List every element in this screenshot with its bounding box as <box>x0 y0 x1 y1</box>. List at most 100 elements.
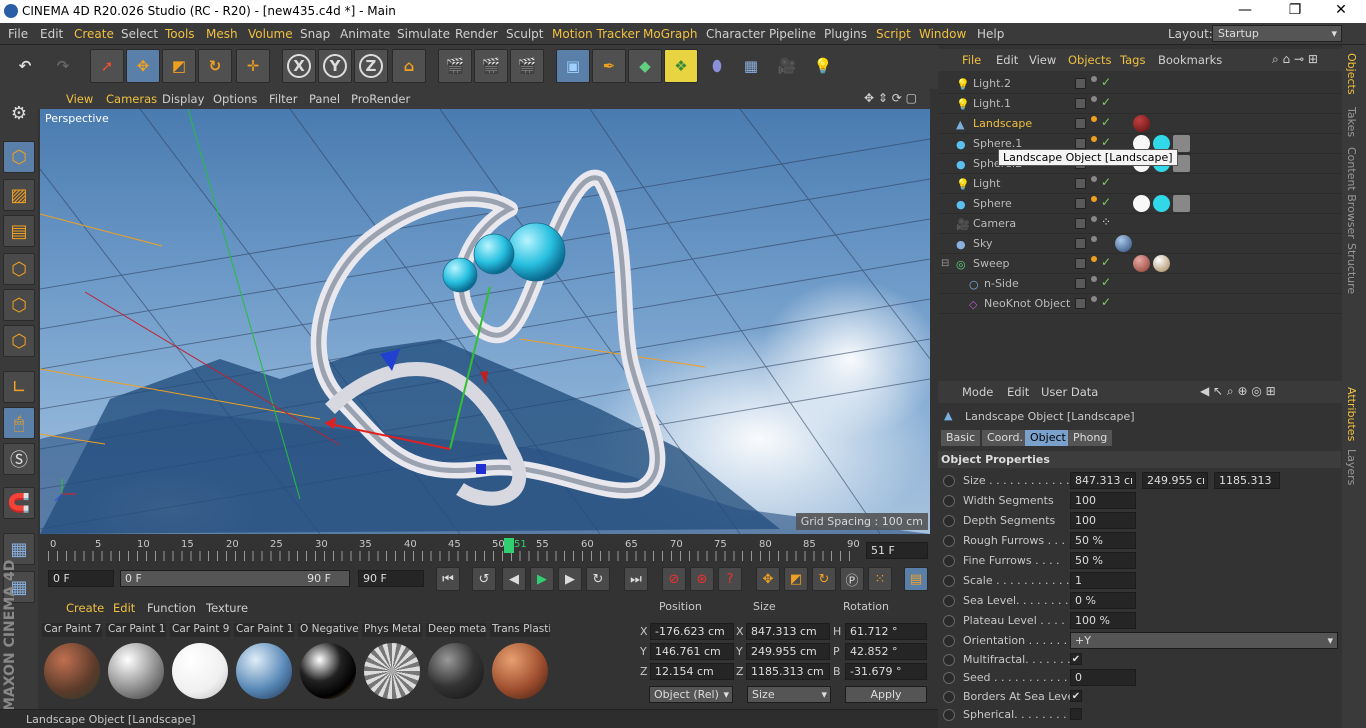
visibility-dot[interactable] <box>1091 276 1097 282</box>
material-swatch[interactable]: Car Paint 1 <box>106 623 166 705</box>
key-position-icon[interactable]: ✥ <box>756 567 780 591</box>
play-icon[interactable]: ▶ <box>530 567 554 591</box>
animate-radio[interactable] <box>943 709 955 721</box>
key-scale-icon[interactable]: ◩ <box>784 567 808 591</box>
menu-script[interactable]: Script <box>876 27 911 41</box>
attributes-menu-edit[interactable]: Edit <box>1007 385 1029 399</box>
restore-button[interactable]: ❐ <box>1280 2 1310 18</box>
objects-menu-view[interactable]: View <box>1029 53 1056 67</box>
objects-menu-file[interactable]: File <box>962 53 981 67</box>
material-tag[interactable] <box>1153 255 1170 272</box>
size-mode-select[interactable]: Size ▾ <box>747 686 831 703</box>
visibility-dot[interactable] <box>1091 196 1097 202</box>
animate-radio[interactable] <box>943 595 955 607</box>
layer-swatch[interactable] <box>1075 138 1086 149</box>
render-region-icon[interactable]: 🎬 <box>438 49 472 83</box>
record-active-icon[interactable]: ⊘ <box>662 567 686 591</box>
viewport-nav-icons[interactable]: ✥ ⇕ ⟳ ▢ <box>864 91 917 105</box>
texture-mode-icon[interactable]: ▨ <box>3 179 35 211</box>
redo-icon[interactable]: ↷ <box>46 49 80 83</box>
menu-edit[interactable]: Edit <box>40 27 63 41</box>
keyframe-selection-icon[interactable]: ? <box>718 567 742 591</box>
coordinate-mode-select[interactable]: Object (Rel) ▾ <box>649 686 733 703</box>
menu-mograph[interactable]: MoGraph <box>643 27 698 41</box>
size-z-input[interactable]: 1185.313 <box>1214 472 1280 489</box>
attributes-menu-mode[interactable]: Mode <box>962 385 993 399</box>
collapse-icon[interactable]: ⊟ <box>941 258 949 269</box>
enabled-check-icon[interactable]: ✓ <box>1101 115 1111 129</box>
viewport-menu-cameras[interactable]: Cameras <box>106 92 157 106</box>
coordinate-system-icon[interactable]: ⌂ <box>392 49 426 83</box>
make-editable-icon[interactable]: ⚙ <box>3 97 35 129</box>
playhead-marker[interactable] <box>504 538 514 553</box>
objects-menu-objects[interactable]: Objects <box>1068 53 1111 67</box>
fine-furrows-input[interactable]: 50 % <box>1070 552 1136 569</box>
polygons-mode-icon[interactable]: ⬡ <box>3 325 35 357</box>
animate-radio[interactable] <box>943 672 955 684</box>
sidetab-attributes[interactable]: Attributes <box>1345 387 1358 441</box>
menu-select[interactable]: Select <box>121 27 158 41</box>
scale-input[interactable]: 1 <box>1070 572 1136 589</box>
workplane-mode-icon[interactable]: ▤ <box>3 215 35 247</box>
apply-button[interactable]: Apply <box>845 686 927 703</box>
model-mode-icon[interactable]: ⬡ <box>3 141 35 173</box>
attributes-menu-user-data[interactable]: User Data <box>1041 385 1098 399</box>
layer-swatch[interactable] <box>1075 118 1086 129</box>
sidetab-takes[interactable]: Takes <box>1345 107 1358 137</box>
size-y-field[interactable]: 249.955 cm <box>746 643 830 660</box>
menu-character[interactable]: Character <box>706 27 765 41</box>
preview-range-slider[interactable]: 0 F 90 F <box>120 570 350 587</box>
pen-spline-icon[interactable]: ✒ <box>592 49 626 83</box>
snap-icon[interactable]: 🧲 <box>3 487 35 519</box>
position-y-field[interactable]: 146.761 cm <box>650 643 734 660</box>
object-row-light[interactable]: 💡 Light ✓ <box>938 174 1342 194</box>
material-menu-create[interactable]: Create <box>66 601 104 615</box>
key-pla-icon[interactable]: ⁙ <box>868 567 892 591</box>
menu-tools[interactable]: Tools <box>165 27 195 41</box>
menu-file[interactable]: File <box>8 27 28 41</box>
menu-animate[interactable]: Animate <box>340 27 390 41</box>
visibility-dot[interactable] <box>1091 296 1097 302</box>
key-parameter-icon[interactable]: Ⓟ <box>840 567 864 591</box>
menu-mesh[interactable]: Mesh <box>206 27 238 41</box>
viewport-menu-view[interactable]: View <box>66 92 93 106</box>
enabled-check-icon[interactable]: ✓ <box>1101 195 1111 209</box>
animate-radio[interactable] <box>943 535 955 547</box>
material-swatch[interactable]: Car Paint 1 <box>234 623 294 705</box>
menu-volume[interactable]: Volume <box>248 27 293 41</box>
visibility-dot[interactable] <box>1091 76 1097 82</box>
objects-menu-bookmarks[interactable]: Bookmarks <box>1158 53 1222 67</box>
rotate-tool-icon[interactable]: ↻ <box>198 49 232 83</box>
rotation-h-field[interactable]: 61.712 ° <box>845 623 927 640</box>
layer-swatch[interactable] <box>1075 78 1086 89</box>
timeline-ruler[interactable]: 0 5 10 15 20 25 30 35 40 45 50 51 55 60 … <box>40 537 930 567</box>
enabled-check-icon[interactable]: ✓ <box>1101 135 1111 149</box>
size-x-input[interactable]: 847.313 cı <box>1070 472 1136 489</box>
tab-object[interactable]: Object <box>1025 430 1071 446</box>
layer-swatch[interactable] <box>1075 298 1086 309</box>
layout-select[interactable]: Startup ▾ <box>1212 25 1342 42</box>
material-swatch[interactable]: Car Paint 7 <box>42 623 102 705</box>
menu-window[interactable]: Window <box>919 27 966 41</box>
menu-render[interactable]: Render <box>455 27 498 41</box>
objects-search-icon[interactable]: ⌕ ⌂ ⊸ ⊞ <box>1272 52 1318 67</box>
animate-radio[interactable] <box>943 515 955 527</box>
sea-level-input[interactable]: 0 % <box>1070 592 1136 609</box>
x-axis-lock-button[interactable]: X <box>282 49 316 83</box>
size-y-input[interactable]: 249.955 cı <box>1142 472 1208 489</box>
object-row-n-side[interactable]: ○ n-Side ✓ <box>938 274 1342 294</box>
size-z-field[interactable]: 1185.313 cm <box>746 663 830 680</box>
animate-radio[interactable] <box>943 495 955 507</box>
material-swatch[interactable]: Deep meta <box>426 623 486 705</box>
close-button[interactable]: ✕ <box>1326 2 1356 18</box>
object-row-light-2[interactable]: 💡 Light.2 ✓ <box>938 74 1342 94</box>
borders-at-sea-level-checkbox[interactable]: ✔ <box>1070 690 1082 702</box>
tab-coord[interactable]: Coord. <box>982 430 1028 446</box>
material-tag[interactable] <box>1153 195 1170 212</box>
animate-radio[interactable] <box>943 555 955 567</box>
visibility-dot[interactable] <box>1091 176 1097 182</box>
viewport-menu-display[interactable]: Display <box>162 92 204 106</box>
multifractal-checkbox[interactable]: ✔ <box>1070 653 1082 665</box>
position-z-field[interactable]: 12.154 cm <box>650 663 734 680</box>
render-to-picture-viewer-icon[interactable]: 🎬 <box>510 49 544 83</box>
